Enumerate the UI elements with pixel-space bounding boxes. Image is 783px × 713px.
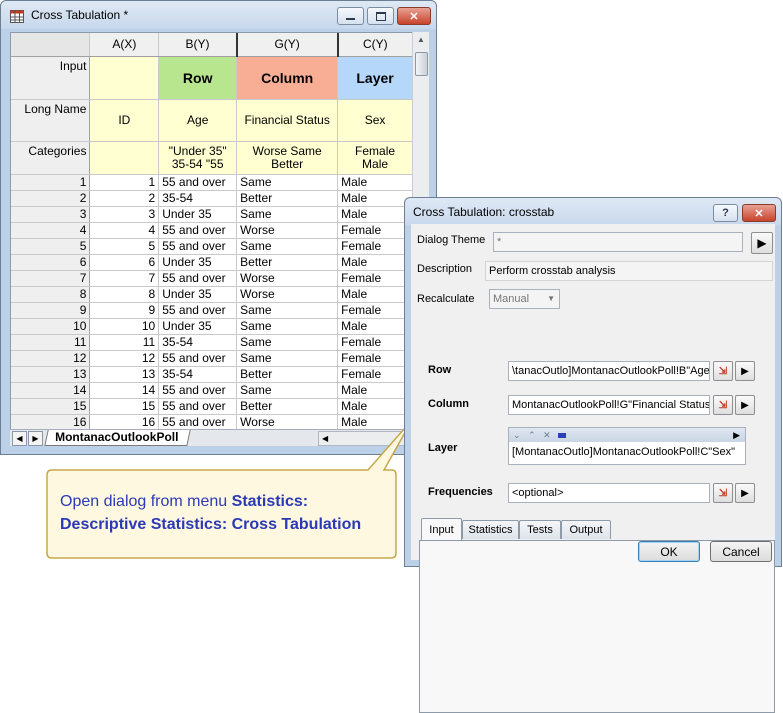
frequencies-label: Frequencies (428, 486, 493, 498)
layer-list[interactable]: ⌄ ⌃ ✕ ▶ [MontanacOutlo]MontanacOutlookPo… (508, 427, 746, 465)
ok-label: OK (660, 544, 678, 559)
row-input[interactable]: \tanacOutlo]MontanacOutlookPoll!B"Age" (508, 361, 710, 381)
chevron-down-icon: ▼ (547, 294, 555, 303)
layer-list-toolbar: ⌄ ⌃ ✕ ▶ (509, 428, 745, 442)
callout-bold-statistics: Statistics: (231, 493, 309, 510)
recalculate-select[interactable]: Manual ▼ (489, 289, 560, 309)
recalculate-value: Manual (493, 293, 530, 305)
close-icon: ✕ (754, 207, 764, 220)
select-range-icon: ⇲ (718, 487, 728, 499)
add-range-icon[interactable] (558, 433, 567, 438)
tab-tests[interactable]: Tests (519, 520, 561, 539)
dialog-title: Cross Tabulation: crosstab (413, 205, 555, 219)
tab-statistics[interactable]: Statistics (462, 520, 519, 539)
callout-text: Open dialog from menu Statistics: Descri… (60, 490, 390, 536)
arrow-right-icon: ▶ (757, 236, 767, 250)
theme-menu-button[interactable]: ▶ (751, 232, 773, 254)
remove-icon[interactable]: ✕ (543, 430, 551, 440)
help-button[interactable]: ? (713, 204, 738, 222)
chevron-down-icon[interactable]: ⌄ (513, 430, 521, 440)
column-input-value: MontanacOutlookPoll!G"Financial Status" (512, 399, 710, 411)
arrow-right-icon: ▶ (741, 399, 749, 411)
callout-plain: Open dialog from menu (60, 493, 232, 510)
frequencies-input-value: <optional> (512, 487, 564, 499)
arrow-right-icon: ▶ (741, 487, 749, 499)
frequencies-menu-button[interactable]: ▶ (735, 483, 755, 503)
tab-statistics-label: Statistics (468, 524, 513, 536)
row-menu-button[interactable]: ▶ (735, 361, 755, 381)
callout-bold-path: Descriptive Statistics: Cross Tabulation (60, 516, 362, 533)
dialog-titlebar[interactable]: Cross Tabulation: crosstab ? ✕ (405, 198, 781, 226)
chevron-up-icon[interactable]: ⌃ (528, 430, 536, 440)
dialog-theme-label: Dialog Theme (417, 234, 486, 246)
tab-output-label: Output (569, 524, 603, 536)
layer-label: Layer (428, 442, 458, 454)
layer-list-item-value: [MontanacOutlo]MontanacOutlookPoll!C"Sex… (512, 446, 736, 458)
dialog-theme-field[interactable]: * (493, 232, 743, 252)
dialog-theme-value: * (497, 236, 502, 248)
dialog-close-button[interactable]: ✕ (742, 204, 776, 222)
arrow-right-icon: ▶ (741, 365, 749, 377)
select-range-icon: ⇲ (718, 365, 728, 377)
column-menu-button[interactable]: ▶ (735, 395, 755, 415)
select-range-icon: ⇲ (718, 399, 728, 411)
tab-input-label: Input (429, 523, 454, 536)
tab-input[interactable]: Input (421, 518, 462, 540)
cancel-label: Cancel (722, 544, 760, 559)
arrow-right-icon[interactable]: ▶ (733, 428, 740, 442)
row-select-range-button[interactable]: ⇲ (713, 361, 733, 381)
crosstab-dialog: Cross Tabulation: crosstab ? ✕ Dialog Th… (404, 197, 782, 713)
frequencies-select-range-button[interactable]: ⇲ (713, 483, 733, 503)
dialog-body: Dialog Theme * ▶ Description Perform cro… (411, 224, 775, 713)
help-icon: ? (722, 207, 729, 219)
tab-tests-label: Tests (527, 524, 553, 536)
input-tab-panel (419, 540, 775, 713)
column-select-range-button[interactable]: ⇲ (713, 395, 733, 415)
frequencies-input[interactable]: <optional> (508, 483, 710, 503)
cancel-button[interactable]: Cancel (710, 541, 772, 562)
layer-list-item[interactable]: [MontanacOutlo]MontanacOutlookPoll!C"Sex… (509, 442, 745, 462)
description-value: Perform crosstab analysis (489, 265, 616, 277)
description-label: Description (417, 263, 473, 275)
row-label: Row (428, 364, 452, 376)
tab-output[interactable]: Output (561, 520, 611, 539)
row-input-value: \tanacOutlo]MontanacOutlookPoll!B"Age" (512, 365, 710, 377)
recalculate-label: Recalculate (417, 293, 475, 305)
column-label: Column (428, 398, 469, 410)
ok-button[interactable]: OK (638, 541, 700, 562)
column-input[interactable]: MontanacOutlookPoll!G"Financial Status" (508, 395, 710, 415)
description-field: Perform crosstab analysis (485, 261, 773, 281)
